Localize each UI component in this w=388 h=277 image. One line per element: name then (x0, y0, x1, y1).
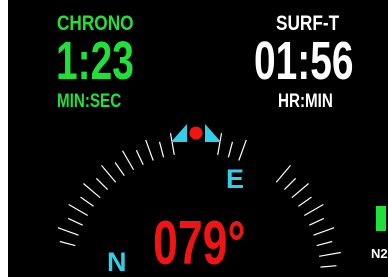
compass-tick (101, 165, 117, 183)
compass-tick (217, 133, 223, 156)
compass-tick (68, 203, 89, 217)
heading-marker-dot (189, 126, 203, 140)
dive-computer-screen: CHRONO 1:23 MIN:SEC SURF-T 01:56 HR:MIN … (8, 0, 388, 277)
compass-heading: 079° (153, 209, 246, 277)
heading-marker (171, 124, 221, 142)
compass-tick (318, 251, 341, 257)
compass-tick (227, 141, 234, 158)
compass-tick (67, 217, 83, 226)
compass-tick (320, 265, 337, 268)
heading-marker-right-wing (205, 124, 221, 142)
compass-tick (283, 177, 297, 191)
compass-tick (135, 149, 144, 165)
compass-tick (121, 150, 135, 171)
compass-tick (275, 165, 291, 183)
compass-tick (169, 133, 175, 156)
compass-tick (316, 240, 333, 247)
compass-east-label: E (226, 164, 245, 194)
heading-marker-left-wing (171, 124, 187, 142)
compass-tick (309, 217, 325, 226)
compass-tick (114, 162, 125, 176)
compass-tick (313, 227, 335, 236)
compass-tick (95, 177, 109, 191)
n2-gauge-label: N2 (371, 246, 388, 261)
n2-gauge-bar (376, 206, 386, 231)
compass-tick (291, 183, 309, 199)
compass-tick (158, 141, 165, 158)
compass-tick (57, 227, 79, 236)
compass-tick (145, 139, 154, 161)
compass-tick (59, 240, 76, 247)
compass-tick (303, 203, 324, 217)
compass-tick (83, 183, 101, 199)
compass-tick (238, 139, 247, 161)
compass-north-label: N (107, 247, 127, 277)
compass-tick (80, 196, 94, 207)
compass-tick (298, 196, 312, 207)
